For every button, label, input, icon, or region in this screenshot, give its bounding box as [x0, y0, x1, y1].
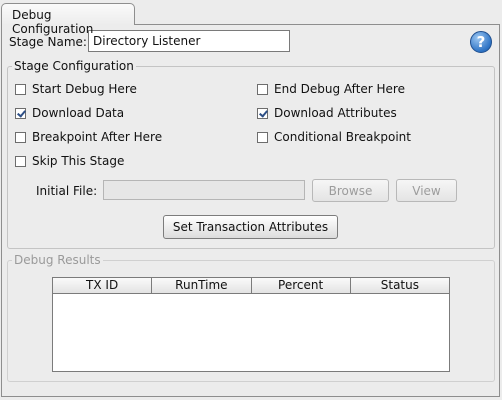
column-header-tx-id[interactable]: TX ID	[53, 278, 153, 293]
checkbox-box	[15, 107, 26, 119]
browse-button[interactable]: Browse	[312, 179, 389, 202]
tab-label: Debug Configuration	[12, 8, 94, 36]
checkbox-label: Conditional Breakpoint	[274, 130, 411, 144]
download-data-checkbox[interactable]: Download Data	[15, 106, 124, 120]
checkbox-label: Breakpoint After Here	[32, 130, 163, 144]
start-debug-here-checkbox[interactable]: Start Debug Here	[15, 82, 137, 96]
checkbox-box	[257, 83, 268, 95]
debug-results-table[interactable]: TX ID RunTime Percent Status	[52, 277, 450, 372]
checkbox-box	[15, 131, 26, 143]
download-attributes-checkbox[interactable]: Download Attributes	[257, 106, 397, 120]
stage-configuration-title: Stage Configuration	[12, 59, 136, 73]
conditional-breakpoint-checkbox[interactable]: Conditional Breakpoint	[257, 130, 411, 144]
view-button[interactable]: View	[396, 179, 457, 202]
checkbox-box	[257, 131, 268, 143]
column-header-status[interactable]: Status	[350, 278, 449, 293]
checkbox-label: Skip This Stage	[32, 154, 125, 168]
checkbox-box	[257, 107, 268, 119]
stage-name-label: Stage Name:	[9, 35, 87, 49]
checkbox-box	[15, 155, 26, 167]
initial-file-label: Initial File:	[36, 184, 98, 198]
tab-debug-configuration[interactable]: Debug Configuration	[1, 3, 135, 36]
breakpoint-after-here-checkbox[interactable]: Breakpoint After Here	[15, 130, 162, 144]
end-debug-after-here-checkbox[interactable]: End Debug After Here	[257, 82, 405, 96]
column-header-runtime[interactable]: RunTime	[152, 278, 252, 293]
checkbox-label: End Debug After Here	[274, 82, 405, 96]
table-header: TX ID RunTime Percent Status	[53, 278, 449, 294]
checkbox-label: Download Data	[32, 106, 125, 120]
checkbox-label: Download Attributes	[274, 106, 397, 120]
checkbox-box	[15, 83, 26, 95]
initial-file-field[interactable]	[103, 180, 305, 200]
help-icon[interactable]: ?	[470, 31, 492, 53]
column-header-percent[interactable]: Percent	[251, 278, 351, 293]
skip-this-stage-checkbox[interactable]: Skip This Stage	[15, 154, 124, 168]
checkbox-label: Start Debug Here	[32, 82, 137, 96]
debug-results-title: Debug Results	[12, 253, 103, 267]
set-transaction-attributes-button[interactable]: Set Transaction Attributes	[163, 215, 338, 239]
